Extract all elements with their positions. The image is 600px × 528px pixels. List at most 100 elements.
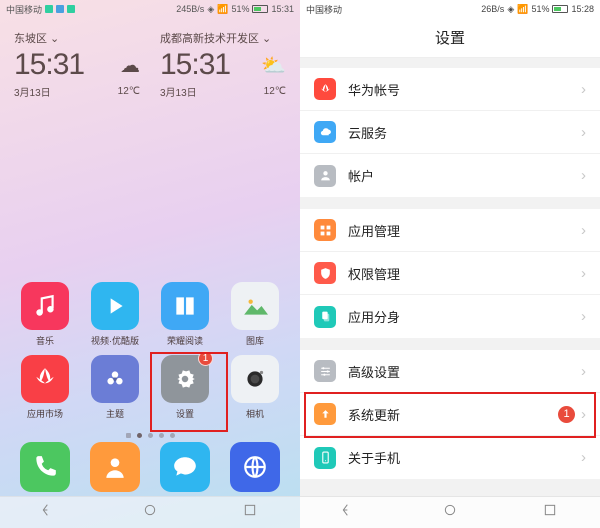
app-label: 主题 [106, 407, 124, 420]
chevron-right-icon: › [581, 167, 586, 184]
item-label: 权限管理 [348, 264, 581, 283]
app-label: 应用市场 [27, 407, 63, 420]
chevron-right-icon: › [581, 222, 586, 239]
settings-item-华为帐号[interactable]: 华为帐号› [300, 68, 600, 111]
weather-widget[interactable]: 东坡区⌄ 15:31 ☁ 3月13日 12℃ [4, 26, 150, 103]
home-screen: 中国移动 245B/s ◈ 📶 51% 15:31 东坡区⌄ 15:31 ☁ [0, 0, 300, 528]
app-荣耀阅读[interactable]: 荣耀阅读 [154, 282, 216, 347]
dock-browser[interactable] [230, 442, 280, 492]
battery-icon [252, 5, 268, 13]
battery-label: 51% [231, 4, 249, 14]
item-label: 帐户 [348, 166, 581, 185]
wifi-icon: ◈ [207, 4, 214, 15]
chevron-right-icon: › [581, 124, 586, 141]
item-label: 应用管理 [348, 221, 581, 240]
settings-item-云服务[interactable]: 云服务› [300, 111, 600, 154]
signal-icon: 📶 [217, 4, 228, 15]
clone-icon [314, 306, 336, 328]
settings-item-应用管理[interactable]: 应用管理› [300, 209, 600, 252]
page-dot-home[interactable] [126, 433, 131, 438]
item-label: 云服务 [348, 123, 581, 142]
carrier-label: 中国移动 [306, 3, 342, 16]
status-time: 15:28 [571, 4, 594, 14]
app-视频·优酷版[interactable]: 视频·优酷版 [84, 282, 146, 347]
page-dot[interactable] [159, 433, 164, 438]
status-bar: 中国移动 245B/s ◈ 📶 51% 15:31 [0, 0, 300, 18]
item-label: 高级设置 [348, 362, 581, 381]
chevron-right-icon: › [581, 81, 586, 98]
location-pin-icon: ⌄ [262, 32, 271, 45]
chevron-right-icon: › [581, 308, 586, 325]
app-音乐[interactable]: 音乐 [14, 282, 76, 347]
dock-messages[interactable] [160, 442, 210, 492]
book-icon [161, 282, 209, 330]
weather-widgets: 东坡区⌄ 15:31 ☁ 3月13日 12℃ 成都高新技术开发区⌄ 15:31 … [0, 18, 300, 103]
nav-bar [300, 496, 600, 528]
home-button[interactable] [142, 502, 158, 523]
shield-icon [314, 262, 336, 284]
app-label: 相机 [246, 407, 264, 420]
chevron-right-icon: › [581, 265, 586, 282]
settings-item-帐户[interactable]: 帐户› [300, 154, 600, 197]
item-label: 关于手机 [348, 448, 581, 467]
cloud-icon: ☁ [120, 53, 140, 78]
huawei-icon [314, 78, 336, 100]
status-indicator-icon [67, 5, 75, 13]
app-相机[interactable]: 相机 [224, 355, 286, 420]
chevron-right-icon: › [581, 363, 586, 380]
settings-item-关于手机[interactable]: 关于手机› [300, 436, 600, 479]
grid-icon [314, 219, 336, 241]
dock-phone[interactable] [20, 442, 70, 492]
app-label: 视频·优酷版 [91, 334, 139, 347]
home-button[interactable] [442, 502, 458, 523]
status-time: 15:31 [271, 4, 294, 14]
recent-button[interactable] [242, 502, 258, 523]
location-label: 东坡区 [14, 30, 47, 46]
back-button[interactable] [342, 502, 358, 523]
temp-label: 12℃ [264, 86, 286, 97]
temp-label: 12℃ [118, 86, 140, 97]
status-indicator-icon [45, 5, 53, 13]
app-应用市场[interactable]: 应用市场 [14, 355, 76, 420]
location-pin-icon: ⌄ [50, 32, 59, 45]
dock [0, 442, 300, 492]
settings-item-高级设置[interactable]: 高级设置› [300, 350, 600, 393]
back-button[interactable] [42, 502, 58, 523]
play-icon [91, 282, 139, 330]
page-indicator [0, 433, 300, 438]
wifi-icon: ◈ [507, 4, 514, 15]
dock-contacts[interactable] [90, 442, 140, 492]
weather-widget[interactable]: 成都高新技术开发区⌄ 15:31 ⛅ 3月13日 12℃ [150, 26, 296, 103]
sliders-icon [314, 360, 336, 382]
gear-icon: 1 [161, 355, 209, 403]
battery-label: 51% [531, 4, 549, 14]
date-label: 3月13日 [14, 84, 51, 99]
chevron-right-icon: › [581, 449, 586, 466]
signal-icon: 📶 [517, 4, 528, 15]
status-indicator-icon [56, 5, 64, 13]
app-label: 音乐 [36, 334, 54, 347]
gallery-icon [231, 282, 279, 330]
recent-button[interactable] [542, 502, 558, 523]
notification-badge: 1 [198, 351, 213, 366]
app-设置[interactable]: 1设置 [154, 355, 216, 420]
page-dot[interactable] [137, 433, 142, 438]
page-dot[interactable] [170, 433, 175, 438]
settings-item-系统更新[interactable]: 系统更新1› [300, 393, 600, 436]
app-grid: 音乐 视频·优酷版 荣耀阅读 图库 应用市场 主题 1设置相机 [0, 282, 300, 428]
item-label: 应用分身 [348, 307, 581, 326]
settings-screen: 中国移动 26B/s ◈ 📶 51% 15:28 设置 华为帐号›云服务›帐户›… [300, 0, 600, 528]
page-title: 设置 [300, 18, 600, 58]
app-图库[interactable]: 图库 [224, 282, 286, 347]
camera-icon [231, 355, 279, 403]
app-主题[interactable]: 主题 [84, 355, 146, 420]
nav-bar [0, 496, 300, 528]
settings-item-权限管理[interactable]: 权限管理› [300, 252, 600, 295]
item-label: 华为帐号 [348, 80, 581, 99]
app-label: 荣耀阅读 [167, 334, 203, 347]
page-dot[interactable] [148, 433, 153, 438]
network-speed: 26B/s [481, 4, 504, 14]
battery-icon [552, 5, 568, 13]
settings-item-应用分身[interactable]: 应用分身› [300, 295, 600, 338]
clock-time: 15:31 [160, 48, 230, 82]
